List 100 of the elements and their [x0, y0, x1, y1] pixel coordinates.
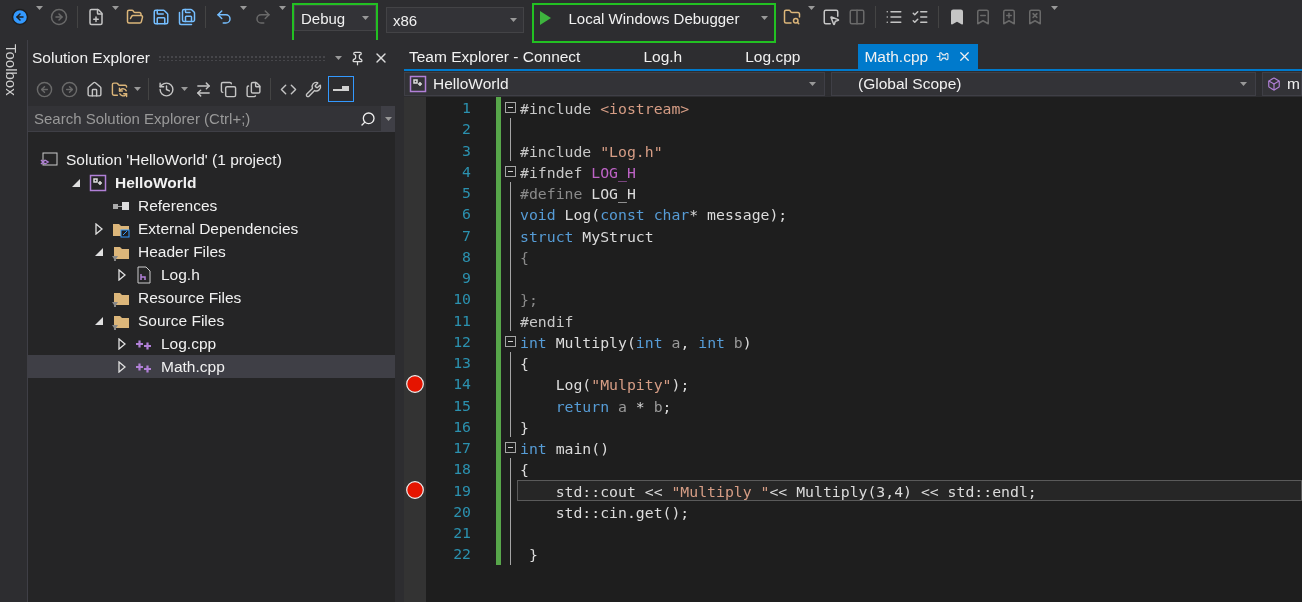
caret-icon	[335, 56, 342, 60]
code-line: {	[519, 247, 530, 267]
tree-item[interactable]: References	[28, 194, 395, 217]
expanded-arrow-icon[interactable]	[72, 178, 80, 187]
line-number: 16	[452, 417, 471, 435]
line-number: 2	[461, 120, 471, 138]
line-number: 15	[452, 396, 471, 414]
forward-icon[interactable]	[49, 6, 69, 28]
caret-icon	[761, 16, 768, 20]
file-icon	[135, 265, 153, 284]
line-number: 4	[461, 162, 471, 180]
code-line: #include "Log.h"	[519, 141, 664, 161]
member-dropdown[interactable]: m	[1262, 72, 1302, 96]
caret-icon	[1240, 82, 1247, 86]
caret-icon	[384, 116, 392, 121]
line-number: 8	[461, 247, 471, 265]
line-number: 10	[452, 290, 471, 308]
tree-item[interactable]: HelloWorld	[28, 171, 395, 194]
collapse-icon[interactable]	[505, 335, 516, 347]
file-tab[interactable]: Log.cpp	[740, 44, 859, 69]
breakpoint-icon[interactable]	[406, 481, 424, 500]
caret-icon	[112, 6, 119, 10]
code-line: int main()	[519, 439, 611, 459]
toolbox-tab[interactable]: Toolbox	[2, 44, 20, 96]
collapse-icon[interactable]	[505, 165, 516, 177]
code-line: struct MyStruct	[519, 226, 655, 246]
save-all-icon[interactable]	[177, 6, 197, 28]
pin-icon[interactable]	[350, 50, 365, 66]
code-line: int Multiply(int a, int b)	[519, 332, 753, 352]
collapsed-arrow-icon[interactable]	[118, 337, 126, 350]
tree-item[interactable]: Log.h	[28, 263, 395, 286]
line-number: 20	[452, 502, 471, 520]
project-icon	[89, 173, 107, 192]
tree-item[interactable]: Source Files	[28, 309, 395, 332]
code-line: Log("Mulpity");	[554, 375, 691, 395]
code-line: return a * b;	[554, 396, 673, 416]
preview-toggle[interactable]	[328, 76, 354, 102]
search-field[interactable]: Search Solution Explorer (Ctrl+;)	[28, 106, 355, 131]
code-line: {	[519, 354, 530, 374]
code-line: #ifndef LOG_H	[519, 162, 637, 182]
breakpoint-icon[interactable]	[406, 374, 424, 393]
caret-icon	[809, 82, 817, 86]
caret-icon	[362, 16, 369, 20]
tree-item[interactable]: Header Files	[28, 240, 395, 263]
play-icon	[540, 11, 551, 25]
project-icon	[409, 75, 427, 93]
code-line: };	[519, 290, 539, 310]
file-tab[interactable]: Log.h	[638, 44, 741, 69]
solution-icon	[40, 150, 58, 169]
file-tab[interactable]: Team Explorer - Connect	[404, 44, 639, 69]
line-number: 14	[452, 375, 471, 393]
code-line: std::cin.get();	[554, 502, 691, 522]
search-options-button[interactable]	[381, 106, 395, 131]
caret-icon	[279, 6, 286, 10]
new-file-icon[interactable]	[86, 6, 106, 28]
collapsed-arrow-icon[interactable]	[118, 360, 126, 373]
scope-dropdown[interactable]: (Global Scope)	[831, 72, 1256, 96]
line-number: 11	[452, 311, 471, 329]
tree-item[interactable]: Solution 'HelloWorld' (1 project)	[28, 148, 395, 171]
cube-icon	[1267, 77, 1281, 91]
tree-item[interactable]: Math.cpp	[28, 355, 395, 378]
dropdown[interactable]: x86	[386, 7, 524, 33]
line-number: 6	[461, 205, 471, 223]
caret-icon	[1051, 6, 1058, 10]
caret-icon	[240, 6, 247, 10]
dropdown[interactable]: Debug	[294, 5, 376, 31]
caret-icon	[181, 87, 188, 91]
line-number: 18	[452, 460, 471, 478]
line-number: 9	[461, 269, 471, 287]
tree-item[interactable]: External Dependencies	[28, 217, 395, 240]
caret-icon	[134, 87, 141, 91]
line-number: 13	[452, 354, 471, 372]
back-icon[interactable]	[10, 6, 30, 28]
panel-title: Solution Explorer	[32, 49, 151, 67]
collapsed-arrow-icon[interactable]	[95, 222, 103, 235]
line-number: 12	[452, 332, 471, 350]
code-line: #define LOG_H	[519, 184, 637, 204]
caret-icon	[36, 6, 43, 10]
caret-icon	[808, 6, 815, 10]
search-icon	[360, 110, 376, 127]
collapse-icon[interactable]	[505, 102, 516, 114]
search-button[interactable]	[355, 106, 381, 131]
project-dropdown[interactable]: HelloWorld	[404, 72, 826, 96]
tree-item[interactable]: Log.cpp	[28, 332, 395, 355]
line-number: 5	[461, 184, 471, 202]
tree-item[interactable]: Resource Files	[28, 286, 395, 309]
run-button[interactable]: Local Windows Debugger	[534, 5, 774, 31]
collapsed-arrow-icon[interactable]	[118, 268, 126, 281]
code-line: }	[519, 417, 530, 437]
caret-icon	[510, 18, 517, 22]
collapse-icon[interactable]	[505, 442, 516, 454]
line-number: 22	[452, 545, 471, 563]
code-line: {	[519, 460, 530, 480]
line-number: 7	[461, 226, 471, 244]
minus-icon	[333, 86, 349, 92]
code-line: #include <iostream>	[519, 99, 691, 119]
expanded-arrow-icon[interactable]	[95, 247, 103, 256]
code-line: #endif	[519, 311, 575, 331]
expanded-arrow-icon[interactable]	[95, 316, 103, 325]
line-number: 3	[461, 141, 471, 159]
